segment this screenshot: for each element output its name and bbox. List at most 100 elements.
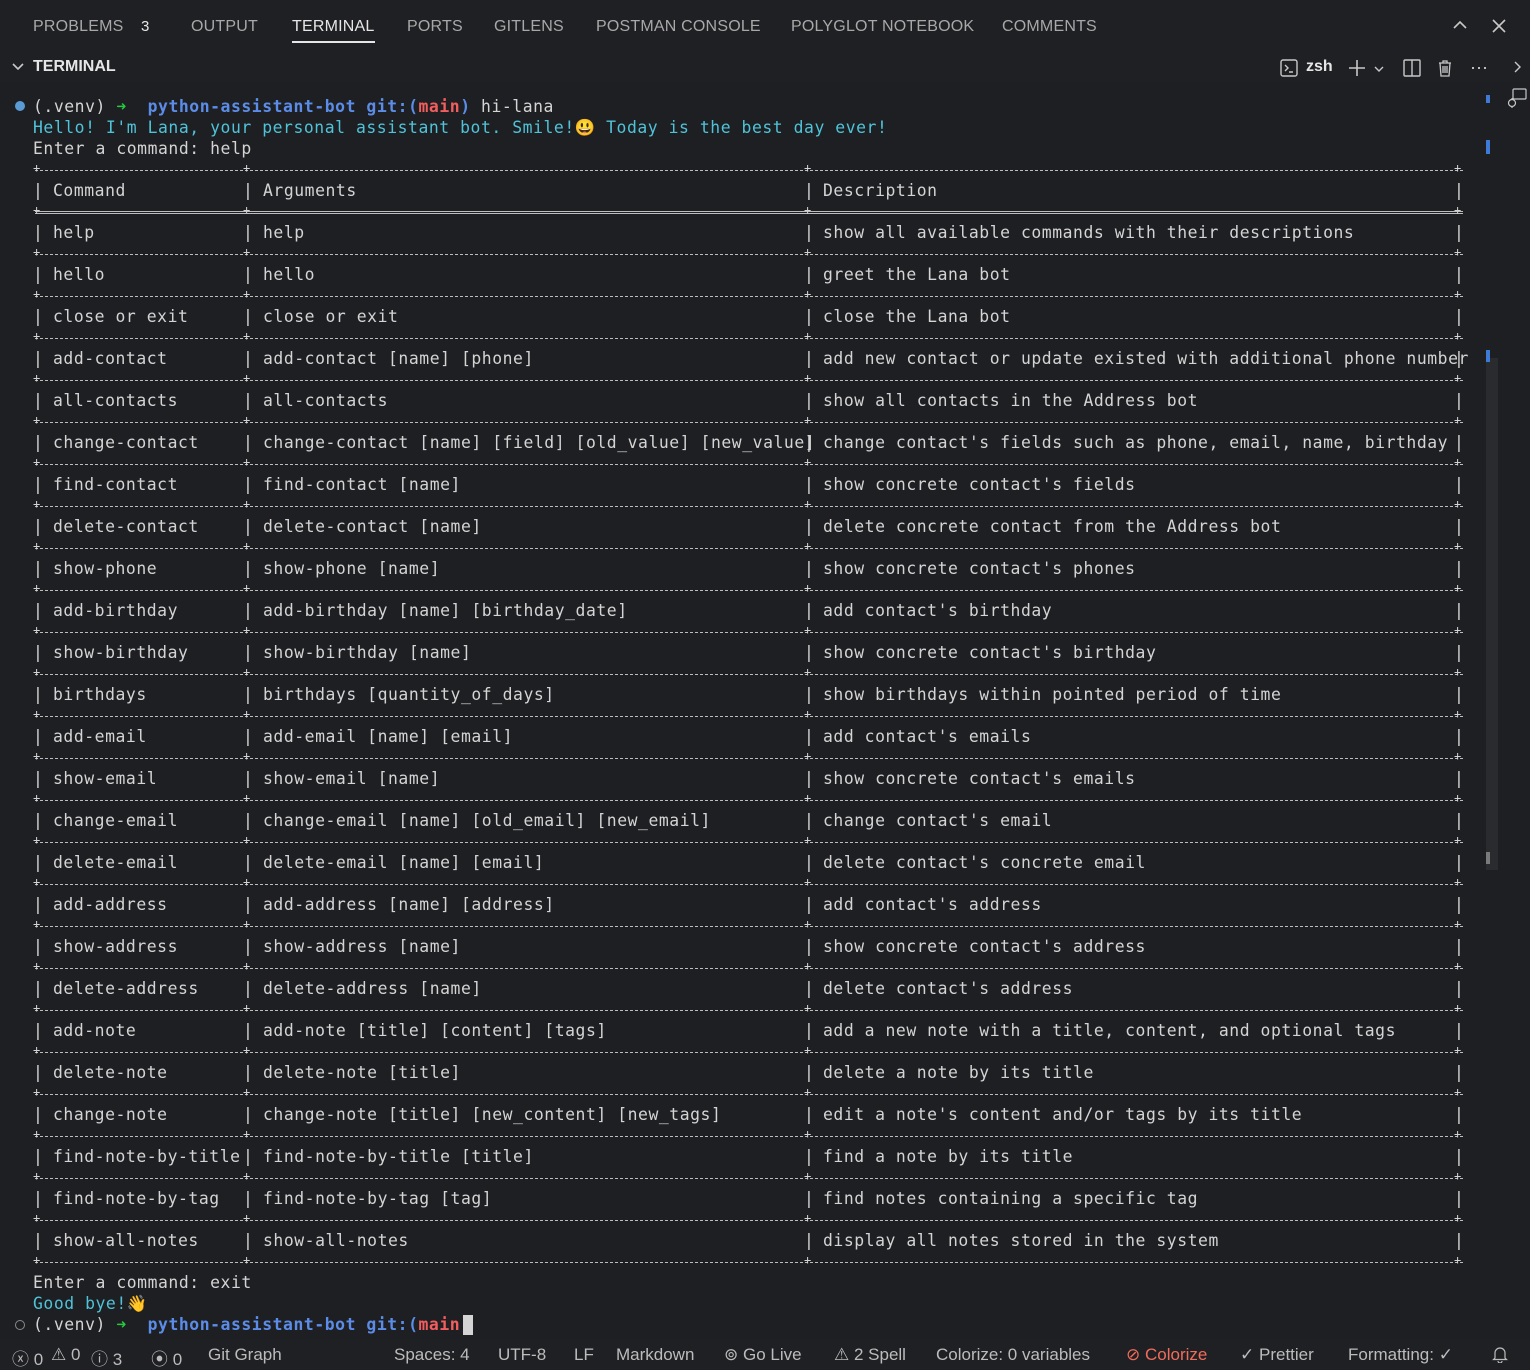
- table-corner: +: [1454, 1127, 1462, 1141]
- table-pipe: |: [1454, 1063, 1464, 1082]
- table-pipe: |: [1454, 1189, 1464, 1208]
- table-corner: +: [1454, 413, 1462, 427]
- table-pipe: |: [33, 979, 43, 998]
- prettier-button[interactable]: ✓ Prettier: [1240, 1345, 1314, 1365]
- table-corner: +: [243, 707, 251, 721]
- table-corner: +: [804, 161, 812, 175]
- table-pipe: |: [1454, 307, 1464, 326]
- table-corner: +: [804, 329, 812, 343]
- trash-icon[interactable]: [1435, 58, 1455, 82]
- table-corner: +: [1454, 245, 1462, 259]
- spell-status[interactable]: ⚠ 2 Spell: [834, 1345, 906, 1365]
- encoding-status[interactable]: UTF-8: [498, 1345, 546, 1365]
- table-corner: +: [243, 665, 251, 679]
- colorize-button[interactable]: ⊘ Colorize: [1126, 1345, 1207, 1365]
- language-mode-status[interactable]: Markdown: [616, 1345, 694, 1365]
- table-pipe: |: [1454, 643, 1464, 662]
- new-terminal-icon[interactable]: [1347, 58, 1367, 82]
- table-corner: +: [1454, 1085, 1462, 1099]
- table-pipe: |: [243, 979, 253, 998]
- table-pipe: |: [243, 181, 253, 200]
- go-live-button[interactable]: ⊚ Go Live: [724, 1345, 802, 1365]
- table-pipe: |: [1454, 853, 1464, 872]
- table-pipe: |: [243, 349, 253, 368]
- tab-problems[interactable]: PROBLEMS: [33, 18, 124, 36]
- table-pipe: |: [804, 895, 814, 914]
- chevron-down-icon[interactable]: [10, 59, 26, 79]
- table-pipe: |: [33, 181, 43, 200]
- formatting-status[interactable]: Formatting: ✓: [1348, 1345, 1453, 1365]
- shell-name[interactable]: zsh: [1306, 58, 1333, 76]
- tab-polyglot-notebook[interactable]: POLYGLOT NOTEBOOK: [791, 18, 974, 36]
- table-pipe: |: [33, 643, 43, 662]
- tab-comments[interactable]: COMMENTS: [1002, 18, 1097, 36]
- tab-gitlens[interactable]: GITLENS: [494, 18, 564, 36]
- warnings-status[interactable]: ⚠ 0: [51, 1345, 80, 1365]
- terminal-shell-icon: [1279, 58, 1299, 82]
- ports-count: 0: [172, 1350, 183, 1369]
- bell-icon[interactable]: [1492, 1345, 1508, 1368]
- launch-profile-chevron-down-icon[interactable]: [1372, 60, 1386, 80]
- table-corner: +: [804, 959, 812, 973]
- table-cell: show-all-notes: [53, 1231, 199, 1250]
- prettier-label: Prettier: [1258, 1345, 1314, 1364]
- colorize-variables-status[interactable]: Colorize: 0 variables: [936, 1345, 1090, 1365]
- split-terminal-icon[interactable]: [1402, 58, 1422, 82]
- table-pipe: |: [1454, 811, 1464, 830]
- tab-output[interactable]: OUTPUT: [191, 18, 258, 36]
- terminal-section-title: TERMINAL: [33, 58, 116, 75]
- table-pipe: |: [1454, 937, 1464, 956]
- terminal-debug-icon[interactable]: [1506, 87, 1528, 113]
- table-pipe: |: [33, 517, 43, 536]
- table-pipe: |: [243, 643, 253, 662]
- table-corner: +: [33, 539, 41, 553]
- terminal-scrollbar[interactable]: [1486, 358, 1498, 870]
- prompt-git-close: ): [460, 97, 471, 116]
- table-corner: +: [33, 1085, 41, 1099]
- chevron-right-icon[interactable]: [1510, 59, 1526, 79]
- table-cell: delete-contact: [53, 517, 199, 536]
- table-corner: +: [243, 833, 251, 847]
- venv-label: (.venv): [33, 97, 106, 116]
- table-pipe: |: [804, 937, 814, 956]
- tab-terminal[interactable]: TERMINAL: [292, 18, 375, 36]
- eol-status[interactable]: LF: [574, 1345, 594, 1365]
- table-cell: close or exit: [263, 307, 399, 326]
- table-cell: show concrete contact's emails: [823, 769, 1136, 788]
- table-pipe: |: [243, 475, 253, 494]
- table-corner: +: [33, 623, 41, 637]
- scrollbar-marker: [1486, 852, 1490, 864]
- table-cell: add-email [name] [email]: [263, 727, 514, 746]
- table-corner: +: [243, 1043, 251, 1057]
- table-cell: change-email: [53, 811, 179, 830]
- indentation-status[interactable]: Spaces: 4: [394, 1345, 470, 1365]
- table-pipe: |: [243, 601, 253, 620]
- tab-postman-console[interactable]: POSTMAN CONSOLE: [596, 18, 761, 36]
- table-pipe: |: [804, 853, 814, 872]
- table-pipe: |: [1454, 769, 1464, 788]
- table-corner: +: [1454, 203, 1462, 217]
- enter-command-exit-line: Enter a command: exit: [33, 1273, 252, 1292]
- ports-status[interactable]: ⦿ 0: [151, 1345, 182, 1370]
- table-pipe: |: [243, 685, 253, 704]
- table-pipe: |: [33, 307, 43, 326]
- maximize-panel-icon[interactable]: [1451, 16, 1469, 38]
- table-pipe: |: [804, 1105, 814, 1124]
- table-pipe: |: [33, 1021, 43, 1040]
- table-corner: +: [243, 371, 251, 385]
- table-pipe: |: [243, 727, 253, 746]
- active-tab-indicator: [292, 41, 375, 43]
- close-panel-icon[interactable]: [1490, 17, 1508, 39]
- table-pipe: |: [33, 1189, 43, 1208]
- table-pipe: |: [33, 937, 43, 956]
- more-actions-icon[interactable]: ⋯: [1470, 58, 1488, 78]
- errors-status[interactable]: ⓧ 0: [12, 1345, 43, 1370]
- tab-ports[interactable]: PORTS: [407, 18, 463, 36]
- info-status[interactable]: ⓘ 3: [91, 1345, 122, 1370]
- table-pipe: |: [804, 1147, 814, 1166]
- git-graph-button[interactable]: Git Graph: [208, 1345, 282, 1365]
- table-corner: +: [243, 203, 251, 217]
- table-corner: +: [1454, 161, 1462, 175]
- table-pipe: |: [33, 685, 43, 704]
- info-count: 3: [112, 1350, 123, 1369]
